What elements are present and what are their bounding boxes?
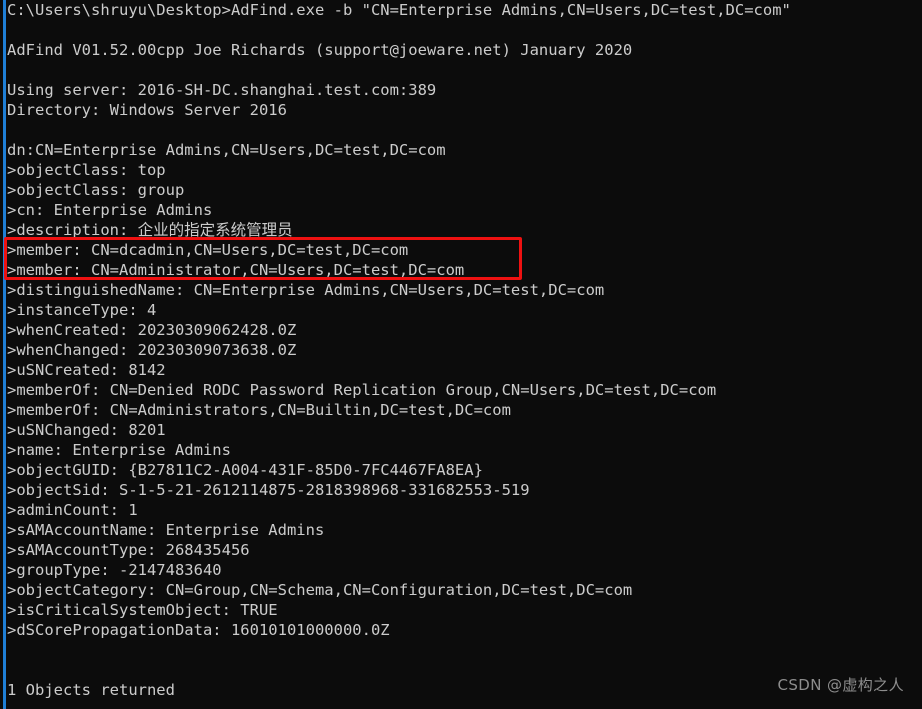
terminal-line: >description: 企业的指定系统管理员 xyxy=(7,221,293,239)
terminal-line: dn:CN=Enterprise Admins,CN=Users,DC=test… xyxy=(7,141,446,159)
terminal-line: >objectGUID: {B27811C2-A004-431F-85D0-7F… xyxy=(7,461,483,479)
terminal-line: >objectClass: top xyxy=(7,161,166,179)
terminal-line: C:\Users\shruyu\Desktop>AdFind.exe -b "C… xyxy=(7,1,791,19)
terminal-line: >isCriticalSystemObject: TRUE xyxy=(7,601,278,619)
terminal-line: >cn: Enterprise Admins xyxy=(7,201,213,219)
terminal-line: >memberOf: CN=Denied RODC Password Repli… xyxy=(7,381,717,399)
terminal-line: Directory: Windows Server 2016 xyxy=(7,101,287,119)
terminal-line: >groupType: -2147483640 xyxy=(7,561,222,579)
terminal-line: >sAMAccountType: 268435456 xyxy=(7,541,250,559)
terminal-line: >objectSid: S-1-5-21-2612114875-28183989… xyxy=(7,481,530,499)
terminal-line: >memberOf: CN=Administrators,CN=Builtin,… xyxy=(7,401,511,419)
terminal-line: >adminCount: 1 xyxy=(7,501,138,519)
terminal-line: >dSCorePropagationData: 16010101000000.0… xyxy=(7,621,390,639)
terminal-line: >objectCategory: CN=Group,CN=Schema,CN=C… xyxy=(7,581,633,599)
terminal-line: >name: Enterprise Admins xyxy=(7,441,231,459)
terminal-line: >member: CN=dcadmin,CN=Users,DC=test,DC=… xyxy=(7,241,409,259)
terminal-line: >objectClass: group xyxy=(7,181,185,199)
terminal-line: >distinguishedName: CN=Enterprise Admins… xyxy=(7,281,605,299)
terminal-line: Using server: 2016-SH-DC.shanghai.test.c… xyxy=(7,81,437,99)
csdn-watermark: CSDN @虚构之人 xyxy=(777,676,904,694)
terminal-line: >uSNChanged: 8201 xyxy=(7,421,166,439)
terminal-line: >member: CN=Administrator,CN=Users,DC=te… xyxy=(7,261,465,279)
terminal-line: >sAMAccountName: Enterprise Admins xyxy=(7,521,325,539)
terminal-line: >whenCreated: 20230309062428.0Z xyxy=(7,321,297,339)
terminal-output[interactable]: C:\Users\shruyu\Desktop>AdFind.exe -b "C… xyxy=(0,0,922,709)
terminal-line: >uSNCreated: 8142 xyxy=(7,361,166,379)
terminal-line: >instanceType: 4 xyxy=(7,301,157,319)
console-window[interactable]: C:\Users\shruyu\Desktop>AdFind.exe -b "C… xyxy=(0,0,922,709)
terminal-line: AdFind V01.52.00cpp Joe Richards (suppor… xyxy=(7,41,633,59)
terminal-line: >whenChanged: 20230309073638.0Z xyxy=(7,341,297,359)
